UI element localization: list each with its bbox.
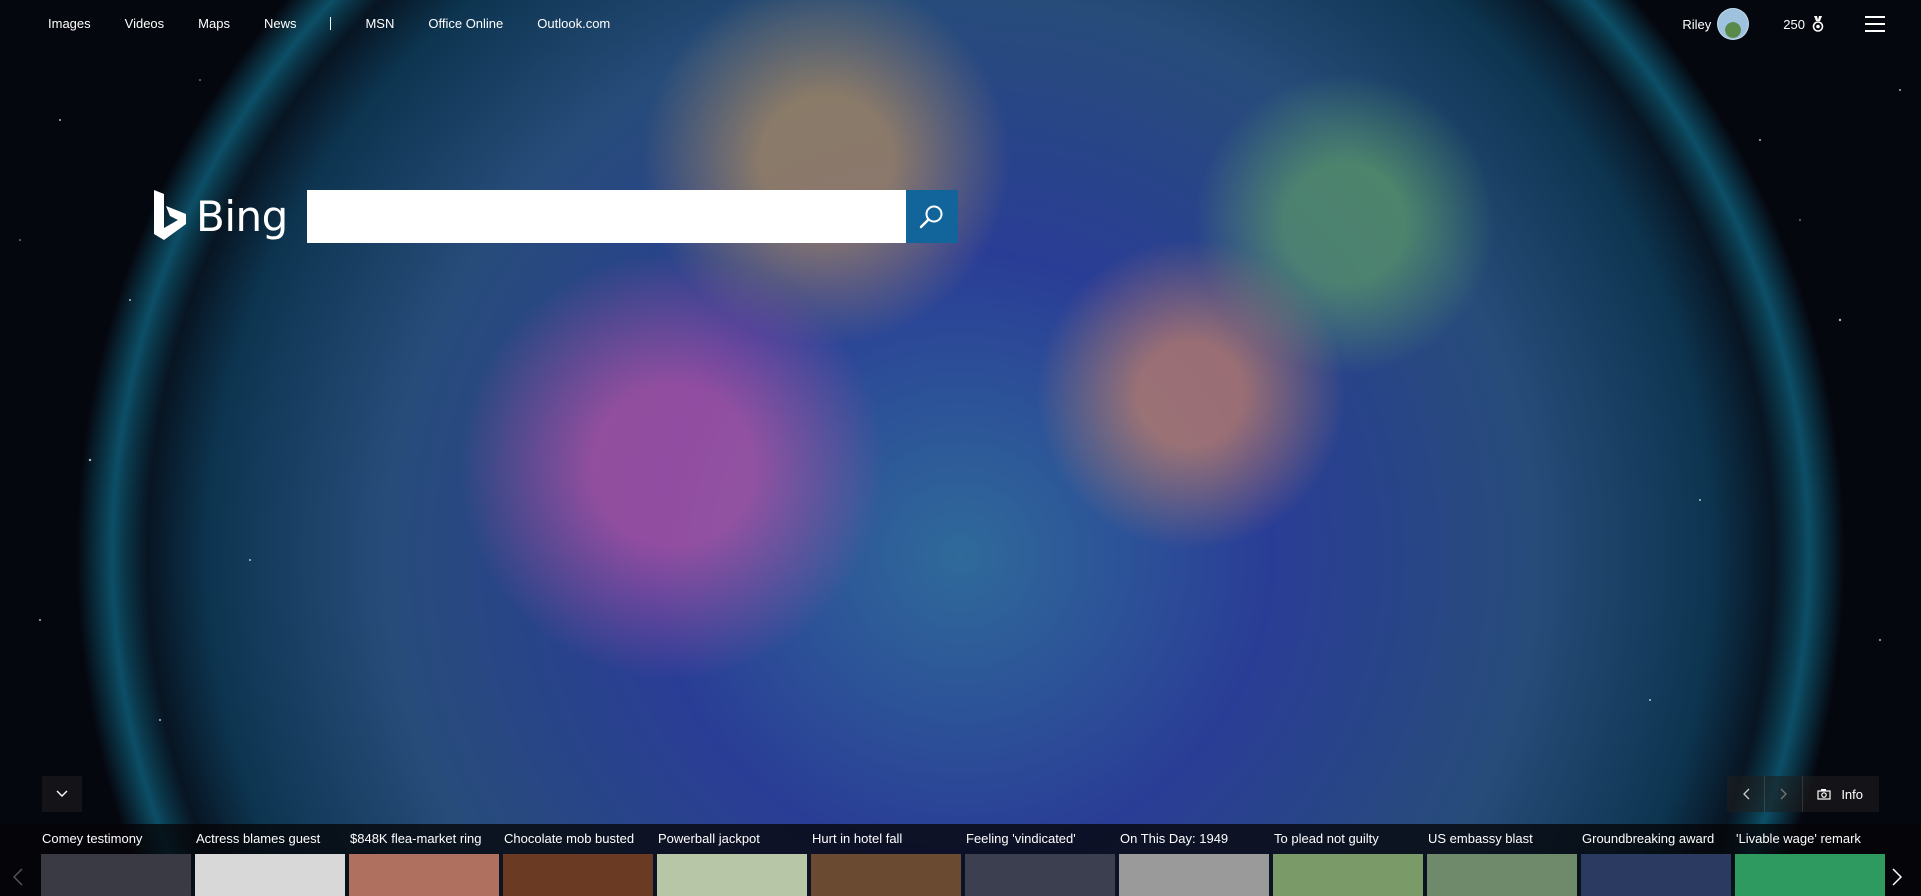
search-bar (307, 190, 958, 243)
nav-divider (330, 16, 332, 30)
search-input[interactable] (307, 190, 906, 243)
news-card-thumbnail (1273, 854, 1423, 896)
avatar[interactable] (1717, 8, 1750, 40)
chevron-down-icon (56, 790, 68, 797)
news-card-thumbnail (1427, 854, 1577, 896)
news-card-title: 'Livable wage' remark (1736, 831, 1861, 846)
news-card[interactable]: Feeling 'vindicated' (959, 824, 1115, 896)
bing-wordmark: Bing (196, 191, 288, 241)
image-info-button[interactable]: Info (1803, 776, 1879, 812)
news-scroll-left-button[interactable] (8, 864, 28, 890)
news-card-thumbnail (811, 854, 961, 896)
nav-videos[interactable]: Videos (125, 16, 165, 31)
news-card-title: Chocolate mob busted (504, 831, 635, 846)
news-card[interactable]: Groundbreaking award (1575, 824, 1731, 896)
news-scroll-right-button[interactable] (1887, 864, 1907, 890)
menu-icon-bar (1865, 16, 1885, 18)
chevron-right-icon (1892, 868, 1902, 886)
nav-outlook[interactable]: Outlook.com (537, 16, 610, 31)
news-card-title: $848K flea-market ring (350, 831, 482, 846)
news-card-thumbnail (1735, 854, 1885, 896)
camera-icon (1817, 789, 1831, 800)
news-card-thumbnail (657, 854, 807, 896)
news-card[interactable]: US embassy blast (1421, 824, 1577, 896)
news-card[interactable]: Actress blames guest (189, 824, 345, 896)
search-button[interactable] (906, 190, 958, 243)
news-card-title: Hurt in hotel fall (812, 831, 903, 846)
news-card[interactable]: On This Day: 1949 (1113, 824, 1269, 896)
news-card-title: US embassy blast (1428, 831, 1533, 846)
menu-icon-bar (1865, 30, 1885, 32)
rewards-medal-icon (1812, 16, 1824, 32)
rewards-count: 250 (1783, 16, 1805, 32)
chevron-right-icon (1780, 788, 1787, 800)
news-carousel: Comey testimony Actress blames guest $84… (0, 824, 1921, 896)
next-image-button[interactable] (1765, 776, 1804, 812)
nav-maps[interactable]: Maps (198, 16, 230, 31)
news-card-title: Actress blames guest (196, 831, 321, 846)
collapse-button[interactable] (42, 776, 82, 812)
news-card[interactable]: $848K flea-market ring (343, 824, 499, 896)
search-icon (919, 205, 943, 228)
starfield-background (19, 79, 1901, 721)
info-label: Info (1841, 786, 1863, 802)
news-card[interactable]: To plead not guilty (1267, 824, 1423, 896)
news-card-title: Powerball jackpot (658, 831, 760, 846)
user-account[interactable]: Riley (1682, 8, 1750, 40)
news-card-thumbnail (41, 854, 191, 896)
news-card[interactable]: 'Livable wage' remark (1729, 824, 1885, 896)
news-card-thumbnail (349, 854, 499, 896)
news-card[interactable]: Hurt in hotel fall (805, 824, 961, 896)
user-name: Riley (1682, 16, 1712, 32)
news-card-list: Comey testimony Actress blames guest $84… (35, 824, 1885, 896)
nav-office-online[interactable]: Office Online (428, 16, 503, 31)
image-controls: Info (1727, 776, 1879, 812)
news-card-title: On This Day: 1949 (1120, 831, 1229, 846)
news-card-title: Groundbreaking award (1582, 831, 1715, 846)
news-card[interactable]: Powerball jackpot (651, 824, 807, 896)
chevron-left-icon (1742, 788, 1750, 800)
bing-b-icon (154, 190, 186, 240)
news-card-title: Feeling 'vindicated' (966, 831, 1076, 846)
top-nav: Images Videos Maps News MSN Office Onlin… (48, 13, 644, 33)
previous-image-button[interactable] (1727, 776, 1766, 812)
news-card-thumbnail (965, 854, 1115, 896)
news-card-thumbnail (1581, 854, 1731, 896)
account-area: Riley 250 (1682, 8, 1885, 40)
menu-button[interactable] (1865, 16, 1885, 32)
rewards-badge[interactable]: 250 (1783, 16, 1825, 32)
news-card-title: Comey testimony (42, 831, 143, 846)
chevron-left-icon (13, 868, 23, 886)
nav-images[interactable]: Images (48, 16, 91, 31)
news-card-thumbnail (195, 854, 345, 896)
news-card[interactable]: Comey testimony (35, 824, 191, 896)
nav-news[interactable]: News (264, 16, 297, 31)
menu-icon-bar (1865, 23, 1885, 25)
nav-msn[interactable]: MSN (365, 16, 394, 31)
news-card-thumbnail (503, 854, 653, 896)
news-card-title: To plead not guilty (1274, 831, 1379, 846)
news-card-thumbnail (1119, 854, 1269, 896)
news-card[interactable]: Chocolate mob busted (497, 824, 653, 896)
bing-logo[interactable]: Bing (152, 190, 288, 242)
